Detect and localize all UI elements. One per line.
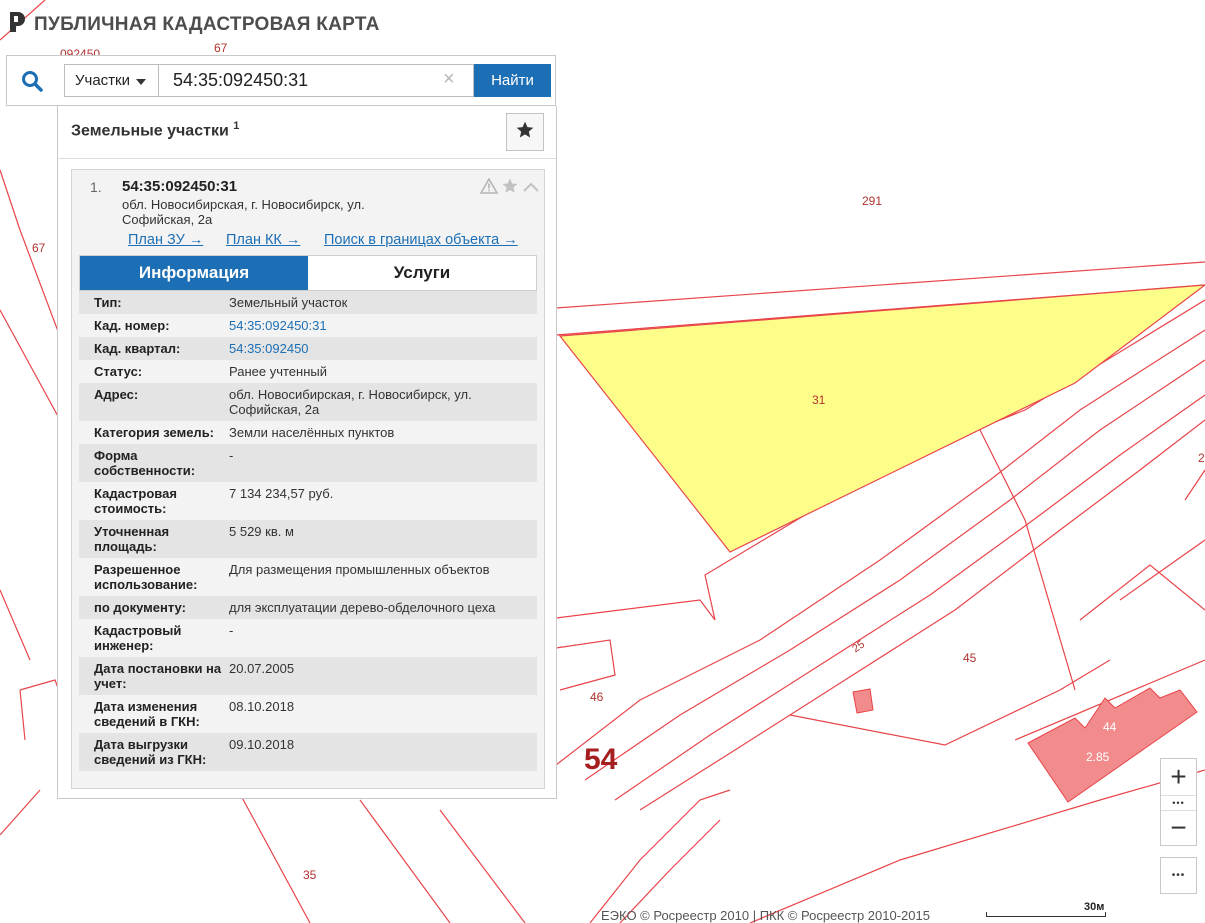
info-table: Тип: Земельный участок Кад. номер: 54:35:0…	[79, 291, 537, 771]
divider	[58, 158, 556, 159]
map-label-291: 291	[862, 194, 882, 208]
ellipsis-icon: •••	[1171, 870, 1186, 881]
info-value: Для размещения промышленных объектов	[229, 562, 490, 577]
info-row-registration-date: Дата постановки на учет: 20.07.2005	[79, 657, 537, 695]
map-label-2: 2	[1198, 451, 1205, 465]
info-key: Кадастровая стоимость:	[94, 486, 177, 516]
info-value: Ранее учтенный	[229, 364, 327, 379]
info-row-cad-quarter: Кад. квартал: 54:35:092450	[79, 337, 537, 360]
warning-icon[interactable]	[479, 177, 499, 199]
map-label-31: 31	[812, 393, 826, 407]
panel-title: Земельные участки 1	[71, 120, 239, 140]
info-value: 09.10.2018	[229, 737, 295, 752]
map-label-44: 44	[1103, 720, 1117, 734]
link-search-in-bounds[interactable]: Поиск в границах объекта →	[324, 232, 518, 248]
scale-bar	[986, 912, 1106, 917]
search-input[interactable]	[158, 64, 474, 97]
info-key: Дата изменения сведений в ГКН:	[94, 699, 200, 729]
zoom-control: + ••• −	[1160, 758, 1197, 846]
info-value: обл. Новосибирская, г. Новосибирск, ул. …	[229, 387, 472, 417]
info-value: 7 134 234,57 руб.	[229, 486, 334, 501]
zoom-levels-button[interactable]: •••	[1161, 795, 1196, 811]
result-index: 1.	[90, 179, 102, 195]
link-plan-zu[interactable]: План ЗУ →	[128, 232, 203, 248]
results-title: Земельные участки	[71, 122, 229, 140]
star-icon[interactable]	[501, 177, 519, 200]
more-tools-button[interactable]: •••	[1160, 857, 1197, 894]
info-key: Тип:	[94, 295, 122, 310]
result-actions	[479, 177, 540, 200]
results-count: 1	[233, 120, 240, 132]
info-value: Земли населённых пунктов	[229, 425, 395, 440]
info-row-address: Адрес: обл. Новосибирская, г. Новосибирск…	[79, 383, 537, 421]
info-row-ownership: Форма собственности: -	[79, 444, 537, 482]
info-key: Категория земель:	[94, 425, 215, 440]
info-key: Кадастровый инженер:	[94, 623, 182, 653]
results-panel: Земельные участки 1 1. 54:35:092450:31 о…	[57, 106, 557, 799]
info-value: 08.10.2018	[229, 699, 295, 714]
info-value: 5 529 кв. м	[229, 524, 294, 539]
close-icon[interactable]: ×	[443, 68, 455, 91]
link-plan-kk[interactable]: План КК →	[226, 232, 300, 248]
info-key: Кад. номер:	[94, 318, 170, 333]
info-row-permitted-use: Разрешенное использование: Для размещения…	[79, 558, 537, 596]
search-type-label: Участки	[75, 72, 130, 89]
info-key: Статус:	[94, 364, 143, 379]
app-brand: ПУБЛИЧНАЯ КАДАСТРОВАЯ КАРТА	[6, 10, 380, 39]
info-key: Уточненная площадь:	[94, 524, 170, 554]
info-key: Адрес:	[94, 387, 139, 402]
map-label-quarter-54: 54	[584, 743, 618, 776]
copyright-text: ЕЭКО © Росреестр 2010 | ПКК © Росреестр …	[601, 908, 930, 923]
chevron-up-icon[interactable]	[522, 180, 540, 198]
result-address: обл. Новосибирская, г. Новосибирск, ул. …	[122, 197, 365, 227]
info-key: Разрешенное использование:	[94, 562, 198, 592]
info-value: 20.07.2005	[229, 661, 295, 676]
info-value: -	[229, 623, 234, 638]
app-title: ПУБЛИЧНАЯ КАДАСТРОВАЯ КАРТА	[34, 13, 380, 35]
map-label-67b: 67	[32, 241, 46, 255]
map-label-285: 2.85	[1086, 750, 1110, 764]
info-row-status: Статус: Ранее учтенный	[79, 360, 537, 383]
result-cad-number: 54:35:092450:31	[122, 178, 238, 195]
info-row-export-date: Дата выгрузки сведений из ГКН: 09.10.2018	[79, 733, 537, 771]
zoom-out-button[interactable]: −	[1161, 810, 1196, 846]
info-key: Дата постановки на учет:	[94, 661, 222, 691]
cad-number-link[interactable]: 54:35:092450:31	[229, 318, 537, 333]
favorites-button[interactable]	[506, 113, 544, 151]
info-key: Форма собственности:	[94, 448, 196, 478]
info-key: Кад. квартал:	[94, 341, 181, 356]
info-row-area: Уточненная площадь: 5 529 кв. м	[79, 520, 537, 558]
info-value: для эксплуатации дерево-обделочного цеха	[229, 600, 496, 615]
info-row-category: Категория земель: Земли населённых пункто…	[79, 421, 537, 444]
map-label-35: 35	[303, 868, 317, 882]
result-item[interactable]: 1. 54:35:092450:31 обл. Новосибирская, г…	[71, 169, 545, 789]
map-label-67a: 67	[214, 41, 228, 55]
star-icon	[515, 120, 535, 145]
cad-quarter-link[interactable]: 54:35:092450	[229, 341, 537, 356]
tab-services[interactable]: Услуги	[308, 256, 536, 290]
info-value: Земельный участок	[229, 295, 348, 310]
info-value: -	[229, 448, 234, 463]
search-type-select[interactable]: Участки	[64, 64, 158, 97]
tab-information[interactable]: Информация	[80, 256, 308, 290]
info-row-change-date: Дата изменения сведений в ГКН: 08.10.2018	[79, 695, 537, 733]
find-button[interactable]: Найти	[474, 64, 551, 97]
info-row-type: Тип: Земельный участок	[79, 291, 537, 314]
search-bar: Участки × Найти	[6, 55, 556, 106]
search-icon[interactable]	[17, 66, 47, 96]
info-row-engineer: Кадастровый инженер: -	[79, 619, 537, 657]
info-row-by-document: по документу: для эксплуатации дерево-обд…	[79, 596, 537, 619]
zoom-in-button[interactable]: +	[1161, 759, 1196, 795]
chevron-down-icon	[136, 78, 146, 85]
map-label-46: 46	[590, 690, 604, 704]
info-tabs: Информация Услуги	[79, 255, 537, 291]
info-row-cost: Кадастровая стоимость: 7 134 234,57 руб.	[79, 482, 537, 520]
info-key: по документу:	[94, 600, 186, 615]
pkk-logo-icon	[6, 10, 28, 39]
map-label-45: 45	[963, 651, 977, 665]
info-key: Дата выгрузки сведений из ГКН:	[94, 737, 207, 767]
info-row-cad-number: Кад. номер: 54:35:092450:31	[79, 314, 537, 337]
